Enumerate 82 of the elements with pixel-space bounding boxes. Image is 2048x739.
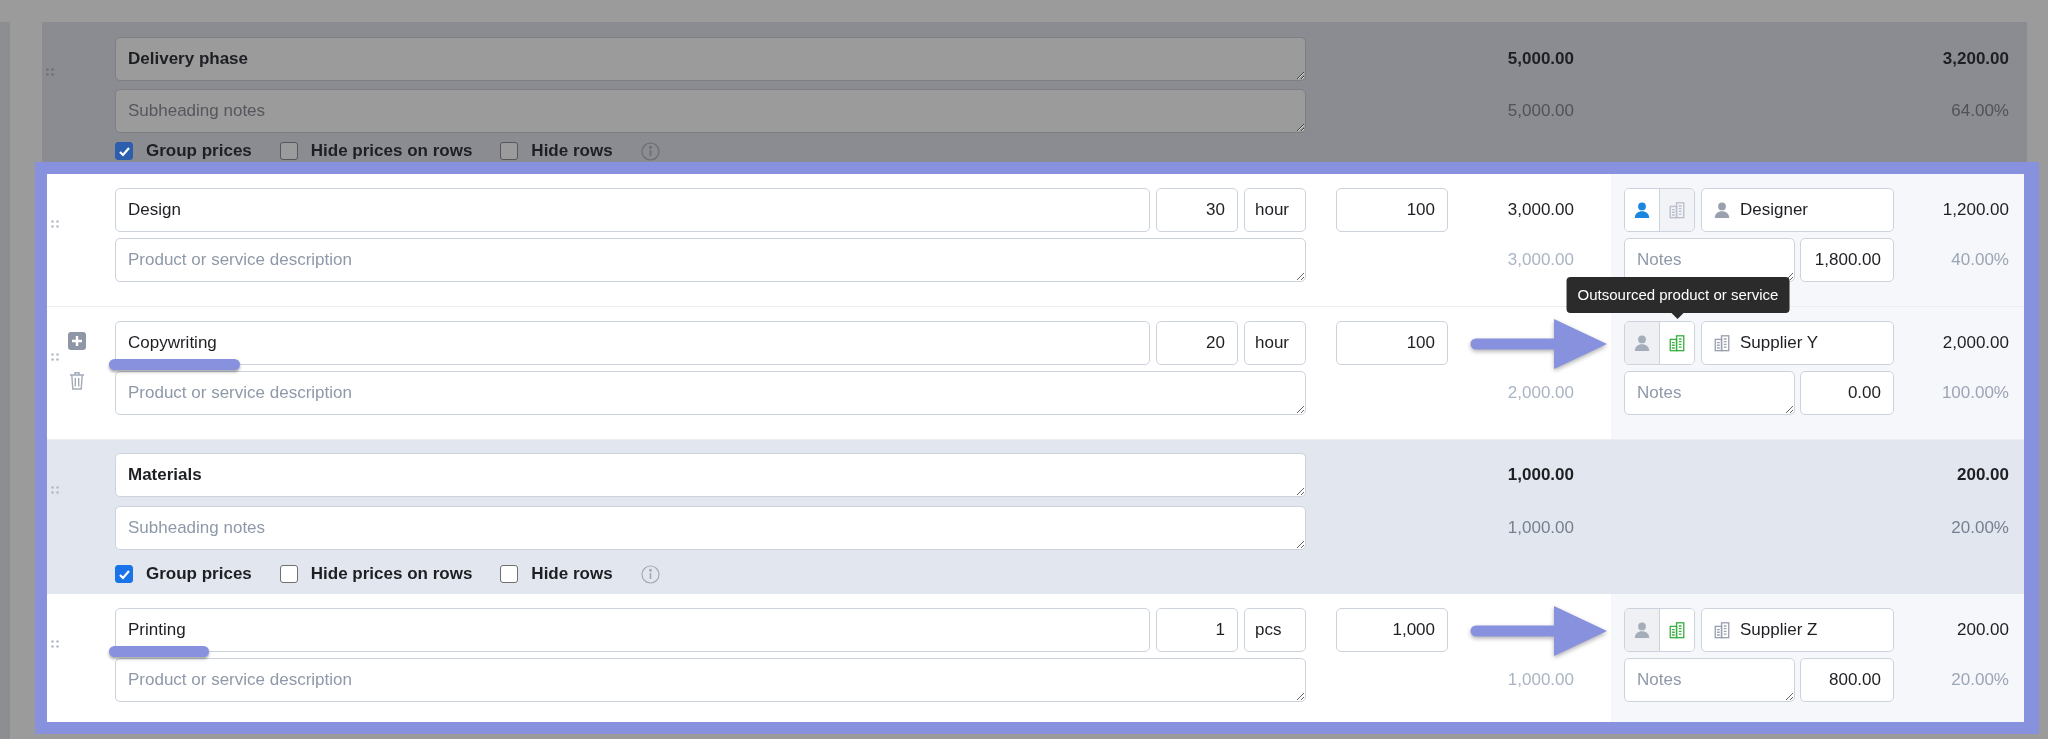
- checkbox-label: Group prices: [146, 142, 252, 160]
- person-icon: [1632, 201, 1651, 219]
- price-field[interactable]: 100: [1336, 188, 1448, 232]
- checkbox[interactable]: [115, 565, 133, 583]
- person-toggle[interactable]: [1625, 322, 1660, 364]
- quantity-field[interactable]: 30: [1156, 188, 1238, 232]
- checkbox-label: Hide prices on rows: [310, 565, 473, 583]
- info-icon[interactable]: [640, 141, 660, 161]
- margin-percentage: 100.00%: [1941, 382, 2009, 405]
- info-icon[interactable]: [640, 564, 660, 584]
- checkbox-label: Group prices: [146, 565, 252, 583]
- group-subtotal: 1,000.00: [1507, 517, 1574, 540]
- row-total: 3,000.00: [1507, 199, 1574, 222]
- checkbox[interactable]: [500, 142, 519, 160]
- item-name-field[interactable]: Design: [115, 188, 1150, 232]
- building-icon: [1667, 201, 1686, 219]
- person-toggle[interactable]: [1625, 609, 1660, 651]
- drag-handle-icon[interactable]: [51, 640, 59, 648]
- checkbox-label: Hide prices on rows: [310, 142, 473, 160]
- unit-field[interactable]: hour: [1244, 321, 1306, 365]
- group-margin: 3,200.00: [1942, 48, 2009, 71]
- group-subtotal: 5,000.00: [1507, 100, 1574, 123]
- row-margin: 200.00: [1957, 619, 2009, 642]
- margin-percentage: 40.00%: [1951, 249, 2009, 272]
- notes-field[interactable]: Subheading notes: [115, 89, 1306, 133]
- heading-field[interactable]: Delivery phase: [115, 37, 1306, 81]
- cost-field[interactable]: 800.00: [1800, 658, 1894, 702]
- checkbox[interactable]: [279, 142, 298, 160]
- building-icon: [1713, 334, 1731, 352]
- margin-percentage: 20.00%: [1951, 517, 2009, 540]
- cost-field[interactable]: 1,800.00: [1800, 238, 1894, 282]
- row-subtotal: 3,000.00: [1507, 249, 1574, 272]
- checkbox-label: Hide rows: [531, 142, 613, 160]
- person-icon: [1632, 621, 1651, 639]
- trash-icon[interactable]: [69, 371, 85, 390]
- building-icon: [1667, 621, 1686, 639]
- add-row-icon[interactable]: [68, 332, 86, 350]
- group-margin: 200.00: [1957, 464, 2009, 487]
- supplier-name: Supplier Z: [1740, 619, 1818, 642]
- supplier-name: Designer: [1740, 199, 1809, 222]
- group-total: 1,000.00: [1507, 464, 1574, 487]
- building-icon: [1713, 621, 1731, 639]
- description-field[interactable]: Product or service description: [115, 371, 1306, 415]
- checkbox[interactable]: [115, 142, 133, 160]
- unit-field[interactable]: pcs: [1244, 608, 1306, 652]
- person-icon: [1632, 334, 1651, 352]
- margin-percentage: 64.00%: [1951, 100, 2009, 123]
- price-field[interactable]: 100: [1336, 321, 1448, 365]
- cost-field[interactable]: 0.00: [1800, 371, 1894, 415]
- person-toggle[interactable]: [1625, 189, 1660, 231]
- quantity-field[interactable]: 20: [1156, 321, 1238, 365]
- row-margin: 2,000.00: [1942, 332, 2009, 355]
- supplier-field[interactable]: Designer: [1701, 188, 1894, 232]
- checkbox[interactable]: [279, 565, 298, 583]
- row-margin: 1,200.00: [1942, 199, 2009, 222]
- price-field[interactable]: 1,000: [1336, 608, 1448, 652]
- group-total: 5,000.00: [1507, 48, 1574, 71]
- drag-handle-icon[interactable]: [51, 486, 59, 494]
- checkbox[interactable]: [500, 565, 519, 583]
- item-name-field[interactable]: Printing: [115, 608, 1150, 652]
- drag-handle-icon[interactable]: [51, 353, 59, 361]
- company-toggle[interactable]: [1659, 322, 1694, 364]
- drag-handle-icon[interactable]: [46, 68, 54, 76]
- supplier-name: Supplier Y: [1740, 332, 1819, 355]
- quantity-field[interactable]: 1: [1156, 608, 1238, 652]
- unit-field[interactable]: hour: [1244, 188, 1306, 232]
- row-subtotal: 1,000.00: [1507, 669, 1574, 692]
- drag-handle-icon[interactable]: [51, 220, 59, 228]
- margin-percentage: 20.00%: [1951, 669, 2009, 692]
- supplier-field[interactable]: Supplier Z: [1701, 608, 1894, 652]
- row-subtotal: 2,000.00: [1507, 382, 1574, 405]
- company-toggle[interactable]: [1659, 189, 1694, 231]
- description-field[interactable]: Product or service description: [115, 658, 1306, 702]
- company-toggle[interactable]: [1659, 609, 1694, 651]
- supplier-field[interactable]: Supplier Y: [1701, 321, 1894, 365]
- description-field[interactable]: Product or service description: [115, 238, 1306, 282]
- tooltip: Outsourced product or service: [1566, 277, 1790, 319]
- building-icon: [1667, 334, 1686, 352]
- heading-field[interactable]: Materials: [115, 453, 1306, 497]
- item-name-field[interactable]: Copywriting: [115, 321, 1150, 365]
- person-icon: [1713, 201, 1731, 219]
- checkbox-label: Hide rows: [531, 565, 613, 583]
